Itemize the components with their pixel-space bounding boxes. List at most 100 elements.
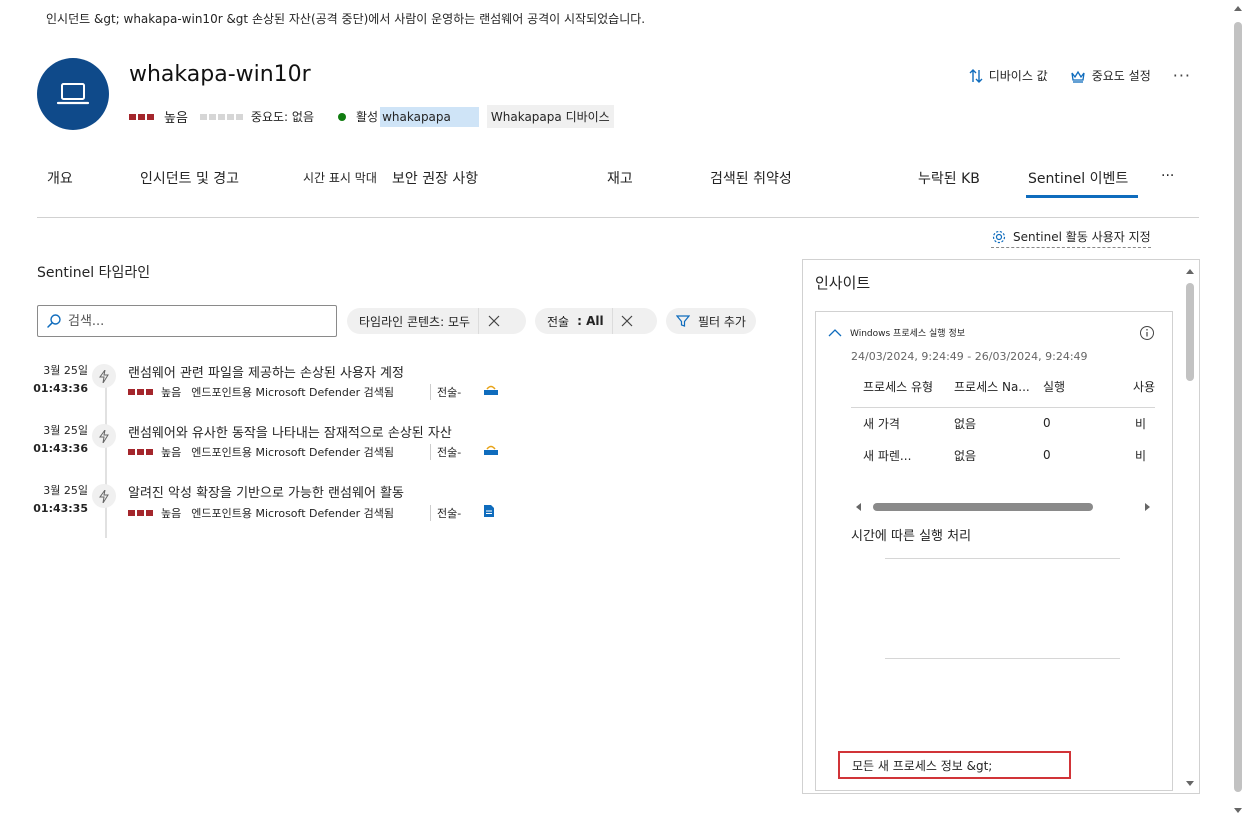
event-time: 01:43:35	[33, 502, 88, 515]
event-timestamp: 3월 25일 01:43:35	[30, 482, 88, 518]
page-scrollbar[interactable]	[1231, 0, 1245, 819]
tab-sentinel-events[interactable]: Sentinel 이벤트	[1025, 168, 1139, 198]
table-cell: 0	[1043, 448, 1051, 462]
event-meta: 높음 엔드포인트용 Microsoft Defender 검색됨 전술-	[128, 504, 495, 521]
status-label: 활성	[355, 110, 379, 124]
file-icon	[483, 504, 495, 521]
process-table: 프로세스 유형 프로세스 Na... 실행 사용 새 가격 없음 0 비 새 파…	[851, 372, 1155, 472]
card-header[interactable]: Windows 프로세스 실행 정보	[828, 326, 965, 339]
event-tactic: 전술-	[437, 506, 462, 520]
timeline-event[interactable]: 3월 25일 01:43:36 랜섬웨어 관련 파일을 제공하는 손상된 사용자 …	[30, 362, 530, 414]
severity-indicator	[128, 449, 153, 455]
insights-scrollbar[interactable]	[1182, 265, 1198, 790]
risk-severity-indicator	[129, 113, 154, 120]
tab-security-recommendations[interactable]: 보안 권장 사항	[392, 168, 478, 188]
scroll-down-icon	[1186, 781, 1194, 786]
remove-filter-technique-button[interactable]	[611, 308, 642, 334]
table-row[interactable]: 새 가격 없음 0 비	[851, 408, 1155, 440]
insights-title: 인사이트	[815, 274, 871, 292]
search-box	[37, 305, 337, 337]
column-header[interactable]: 사용	[1133, 378, 1155, 395]
criticality-indicator	[199, 113, 243, 120]
network-icon	[483, 445, 499, 460]
event-meta: 높음 엔드포인트용 Microsoft Defender 검색됨 전술-	[128, 384, 499, 400]
event-date: 3월 25일	[43, 424, 88, 437]
chart-title: 시간에 따른 실행 처리	[851, 529, 972, 544]
table-row[interactable]: 새 파렌... 없음 0 비	[851, 440, 1155, 472]
device-value-button[interactable]: 디바이스 값	[969, 67, 1048, 84]
table-horizontal-scrollbar[interactable]	[851, 500, 1155, 514]
device-avatar	[37, 58, 109, 130]
tab-incidents-alerts[interactable]: 인시던트 및 경고	[140, 168, 239, 188]
header-actions: 디바이스 값 중요도 설정 ···	[969, 66, 1191, 85]
event-title[interactable]: 랜섬웨어 관련 파일을 제공하는 손상된 사용자 계정	[128, 362, 404, 381]
status-dot	[337, 112, 346, 121]
gear-icon	[992, 230, 1006, 243]
table-cell: 없음	[954, 417, 977, 431]
device-tag[interactable]: Whakapapa 디바이스	[486, 105, 614, 128]
filter-technique[interactable]: 전술 : All	[535, 308, 657, 334]
add-filter-label: 필터 추가	[698, 314, 746, 329]
table-scroll-thumb[interactable]	[873, 503, 1093, 511]
filter-technique-label: 전술	[547, 314, 570, 329]
chart-gridline	[885, 558, 1120, 559]
remove-filter-content-button[interactable]	[478, 308, 508, 334]
customize-sentinel-label: Sentinel 활동 사용자 지정	[1013, 230, 1151, 244]
device-value-label: 디바이스 값	[988, 69, 1048, 83]
tab-overview[interactable]: 개요	[47, 168, 73, 188]
all-new-process-info-link[interactable]: 모든 새 프로세스 정보 &gt;	[838, 751, 1071, 779]
sort-arrows-icon	[969, 68, 983, 83]
insights-scroll-thumb[interactable]	[1186, 283, 1194, 381]
crown-icon	[1071, 70, 1085, 83]
timeline-event[interactable]: 3월 25일 01:43:36 랜섬웨어와 유사한 동작을 나타내는 잠재적으로 …	[30, 422, 530, 474]
column-header[interactable]: 실행	[1043, 378, 1065, 395]
column-header[interactable]: 프로세스 Na...	[954, 378, 1030, 395]
tab-discovered-vulnerabilities[interactable]: 검색된 취약성	[710, 168, 792, 188]
sentinel-timeline-title: Sentinel 타임라인	[37, 265, 151, 281]
event-source: 엔드포인트용 Microsoft Defender 검색됨	[191, 506, 394, 520]
event-severity: 높음	[161, 446, 182, 459]
scroll-up-icon	[1186, 269, 1194, 274]
event-source: 엔드포인트용 Microsoft Defender 검색됨	[191, 446, 394, 459]
scroll-up-icon	[1234, 6, 1242, 11]
tab-inventory[interactable]: 재고	[607, 168, 633, 188]
event-source: 엔드포인트용 Microsoft Defender 검색됨	[191, 386, 394, 399]
set-criticality-button[interactable]: 중요도 설정	[1070, 67, 1151, 84]
close-icon	[621, 315, 633, 327]
chevron-up-icon[interactable]	[828, 328, 842, 338]
card-title: Windows 프로세스 실행 정보	[850, 329, 965, 339]
column-header[interactable]: 프로세스 유형	[863, 378, 933, 395]
set-criticality-label: 중요도 설정	[1091, 69, 1151, 83]
event-tactic: 전술-	[437, 386, 462, 399]
info-icon[interactable]	[1139, 325, 1155, 345]
status-value-tag: whakapapa	[380, 106, 479, 127]
search-icon	[47, 314, 61, 328]
event-title[interactable]: 랜섬웨어와 유사한 동작을 나타내는 잠재적으로 손상된 자산	[128, 422, 452, 441]
search-input[interactable]	[68, 313, 318, 329]
device-meta: 높음 중요도: 없음 활성 whakapapa Whakapapa 디바이스	[129, 105, 614, 128]
tab-timeline[interactable]: 시간 표시 막대	[303, 169, 377, 186]
event-time: 01:43:36	[33, 382, 88, 395]
table-cell: 새 파렌...	[863, 449, 912, 463]
tab-bar: 개요 인시던트 및 경고 시간 표시 막대 보안 권장 사항 재고 검색된 취약…	[0, 168, 1245, 200]
table-cell: 새 가격	[863, 417, 900, 431]
risk-label: 높음	[164, 111, 188, 126]
table-header: 프로세스 유형 프로세스 Na... 실행 사용	[851, 372, 1155, 408]
page-scroll-thumb[interactable]	[1234, 22, 1242, 792]
tab-missing-kbs[interactable]: 누락된 KB	[918, 168, 980, 188]
filter-timeline-content[interactable]: 타임라인 콘텐츠: 모두	[347, 308, 526, 334]
customize-sentinel-activity-button[interactable]: Sentinel 활동 사용자 지정	[991, 228, 1151, 248]
tab-divider	[37, 217, 1199, 218]
event-title[interactable]: 알려진 악성 확장을 기반으로 가능한 랜섬웨어 활동	[128, 482, 404, 501]
scroll-left-icon	[856, 503, 861, 511]
event-meta: 높음 엔드포인트용 Microsoft Defender 검색됨 전술-	[128, 444, 499, 460]
card-date-range: 24/03/2024, 9:24:49 - 26/03/2024, 9:24:4…	[851, 350, 1088, 363]
add-filter-button[interactable]: 필터 추가	[666, 308, 756, 334]
table-cell: 비	[1135, 417, 1147, 431]
close-icon	[488, 315, 499, 327]
table-cell: 없음	[954, 449, 977, 463]
timeline-event[interactable]: 3월 25일 01:43:35 알려진 악성 확장을 기반으로 가능한 랜섬웨어 …	[30, 482, 530, 534]
event-severity: 높음	[161, 506, 182, 520]
more-actions-button[interactable]: ···	[1173, 66, 1191, 85]
tab-more[interactable]: ···	[1161, 168, 1174, 184]
